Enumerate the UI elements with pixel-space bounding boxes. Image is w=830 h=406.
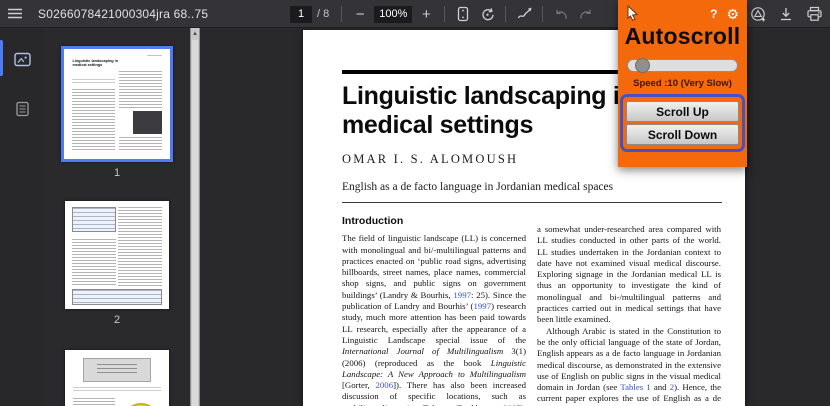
hamburger-icon [7,7,23,20]
divider [341,6,343,22]
print-button[interactable] [802,1,826,27]
thumb-text-lines [73,398,115,406]
autoscroll-extension-popup: ? ⚙ Autoscroll Speed :10 (Very Slow) Scr… [618,0,747,167]
thumb-figure-block [132,110,162,134]
scroll-up-button[interactable]: Scroll Up [626,101,739,122]
gear-icon[interactable]: ⚙ [726,7,739,21]
document-outline-icon [15,101,30,117]
scroll-down-button[interactable]: Scroll Down [626,124,739,145]
thumb-table-block [72,288,162,305]
speed-slider-track[interactable] [627,58,738,73]
page-zoom-controls: 1 / 8 − 100% + [290,0,597,28]
thumb-text-lines [119,71,162,109]
help-button[interactable]: ? [710,7,717,21]
redo-icon [578,7,593,21]
highlighted-buttons-group: Scroll Up Scroll Down [620,94,745,152]
zoom-level-display: 100% [374,5,413,23]
citation-link[interactable]: Tables 1 [620,382,650,392]
left-column: Introduction The field of linguistic lan… [342,216,526,406]
section-heading: Introduction [342,216,404,227]
page-1-thumbnail[interactable]: Linguistic landscaping in medical settin… [61,46,173,162]
zoom-in-button[interactable]: + [414,1,438,27]
left-column-paragraph: The field of linguistic landscape (LL) i… [342,233,526,406]
page-2-thumbnail[interactable] [65,201,169,309]
sidebar-rail [0,28,44,406]
menu-button[interactable] [0,0,30,28]
thumb-sign-plaque [82,358,152,383]
page-1-label: 1 [113,167,121,179]
thumb-text-lines [118,207,162,288]
text-segment: International Journal of Multilingualism [342,346,504,357]
speed-slider-knob[interactable] [635,58,650,73]
citation-link[interactable]: 1997 [453,290,471,300]
fit-page-icon [456,6,470,22]
toolbar-right-actions [746,0,826,28]
undo-icon [554,7,569,21]
scrollbar-up-arrow[interactable]: ▲ [191,28,199,40]
pen-squiggle-icon [517,7,532,21]
article-subtitle: English as a de facto language in Jordan… [342,181,614,193]
text-segment: and [650,382,670,393]
page-number-input[interactable]: 1 [290,5,312,23]
download-button[interactable] [774,1,798,27]
thumbnails-panel: Linguistic landscaping in medical settin… [44,28,190,406]
rotate-icon [480,7,495,22]
article-body: Introduction The field of linguistic lan… [342,216,722,406]
active-tab-indicator [0,40,3,76]
citation-link[interactable]: 1997 [473,301,491,311]
popup-title: Autoscroll [624,23,741,49]
plaque-text-lines [97,364,137,377]
rotate-button[interactable] [475,1,499,27]
triangle-circle-plus-icon [750,6,767,23]
redo-button[interactable] [573,1,597,27]
thumb-table-block [72,207,116,233]
citation-link[interactable]: 2006 [376,380,394,390]
divider [444,6,446,22]
popup-header: ? ⚙ [618,0,747,22]
fit-page-button[interactable] [451,1,475,27]
undo-button[interactable] [549,1,573,27]
right-column-paragraph-2: Although Arabic is stated in the Constit… [537,326,721,406]
speed-readout: Speed :10 (Very Slow) [633,78,732,89]
print-icon [806,6,823,22]
right-column-paragraph-1: a somewhat under-researched area compare… [537,224,721,326]
right-column: a somewhat under-researched area compare… [537,216,721,406]
draw-annotate-button[interactable] [512,1,536,27]
zoom-out-button[interactable]: − [348,1,372,27]
thumb-author-lines [72,78,115,84]
text-segment: [Gorter, [342,380,376,391]
thumb-caption-line [73,387,161,391]
thumb-mini-title: Linguistic landscaping in medical settin… [72,58,119,68]
thumbnails-view-icon [13,52,31,67]
subtitle-rule [342,202,722,203]
thumb-text-lines [119,137,162,153]
text-segment: a somewhat under-researched area compare… [537,224,721,325]
scrollbar-thumb[interactable] [192,40,198,406]
cursor-pointer-icon [625,5,640,22]
sidebar-scrollbar[interactable]: ▲ [190,28,200,406]
thumb-text-lines [72,238,116,288]
thumbnails-view-button[interactable] [0,38,44,80]
page-2-label: 2 [113,314,121,326]
save-as-button[interactable] [746,1,770,27]
divider [542,6,544,22]
document-outline-button[interactable] [0,88,44,130]
thumb-logo-line [146,54,162,57]
thumb-text-lines [72,88,115,153]
divider [505,6,507,22]
page-total-label: / 8 [317,8,330,20]
page-3-thumbnail[interactable]: !! [65,350,169,406]
document-filename: S0266078421000304jra 68..75 [38,6,209,21]
download-icon [778,6,794,22]
